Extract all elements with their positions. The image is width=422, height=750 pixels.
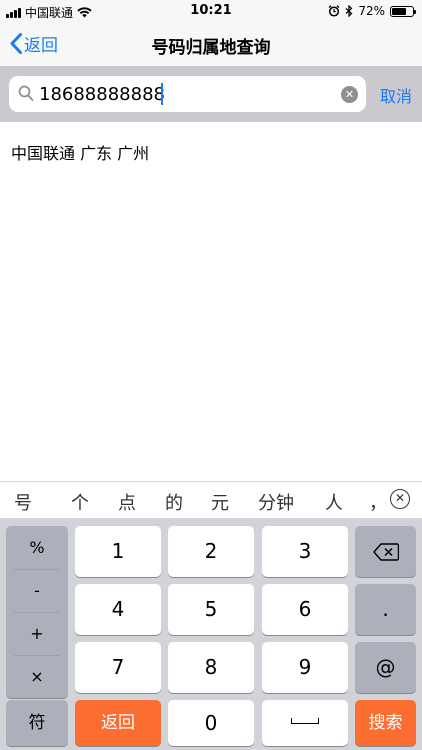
backspace-icon <box>372 543 399 561</box>
clear-icon[interactable]: ✕ <box>341 86 358 103</box>
page-title: 号码归属地查询 <box>151 38 271 58</box>
space-icon <box>291 718 319 724</box>
suggestion-item[interactable]: 分钟 <box>258 489 294 515</box>
search-key[interactable]: 搜索 <box>355 700 416 746</box>
battery-icon <box>390 5 416 17</box>
status-bar: 中国联通 10:21 72% <box>0 0 422 22</box>
search-bar: ✕ 取消 <box>0 66 422 122</box>
suggestion-item[interactable]: 个 <box>71 489 89 515</box>
suggestion-item[interactable]: 人 <box>325 489 343 515</box>
key-6[interactable]: 6 <box>262 584 348 635</box>
delete-key[interactable] <box>355 526 416 577</box>
key-5[interactable]: 5 <box>168 584 254 635</box>
key-0[interactable]: 0 <box>168 700 254 746</box>
key-9[interactable]: 9 <box>262 642 348 693</box>
key-dot[interactable]: . <box>355 584 416 635</box>
suggestion-bar: 号 个 点 的 元 分钟 人 ， ✕ <box>0 481 422 518</box>
symbol-column: % - + × <box>6 526 68 698</box>
symbol-key[interactable]: 符 <box>6 700 68 746</box>
suggestion-item[interactable]: 元 <box>211 489 229 515</box>
key-4[interactable]: 4 <box>75 584 161 635</box>
suggestion-item[interactable]: 号 <box>14 489 32 515</box>
key-7[interactable]: 7 <box>75 642 161 693</box>
key-plus[interactable]: + <box>6 612 68 655</box>
key-percent[interactable]: % <box>6 526 68 569</box>
suggestion-item[interactable]: ， <box>369 489 387 515</box>
battery-percent: 72% <box>358 4 385 18</box>
search-box[interactable]: ✕ <box>9 76 366 112</box>
result-item[interactable]: 中国联通 广东 广州 <box>11 140 149 164</box>
key-1[interactable]: 1 <box>75 526 161 577</box>
bluetooth-icon <box>345 5 353 17</box>
suggestion-delete-icon[interactable]: ✕ <box>390 489 410 509</box>
cancel-button[interactable]: 取消 <box>380 83 412 107</box>
search-input[interactable] <box>39 80 339 108</box>
key-minus[interactable]: - <box>6 569 68 612</box>
search-icon <box>18 85 34 101</box>
key-2[interactable]: 2 <box>168 526 254 577</box>
key-3[interactable]: 3 <box>262 526 348 577</box>
return-key[interactable]: 返回 <box>75 700 161 746</box>
keyboard: % - + × 1 2 3 4 5 6 . 7 8 9 @ 符 返回 0 搜索 <box>0 518 422 750</box>
suggestion-item[interactable]: 的 <box>165 489 183 515</box>
space-key[interactable] <box>262 700 348 746</box>
key-at[interactable]: @ <box>355 642 416 693</box>
alarm-icon <box>328 5 340 17</box>
text-caret <box>161 83 163 105</box>
nav-bar: 返回 号码归属地查询 <box>0 22 422 66</box>
key-8[interactable]: 8 <box>168 642 254 693</box>
suggestion-item[interactable]: 点 <box>118 489 136 515</box>
key-multiply[interactable]: × <box>6 655 68 698</box>
battery-level <box>392 7 407 15</box>
status-right: 72% <box>328 4 416 18</box>
